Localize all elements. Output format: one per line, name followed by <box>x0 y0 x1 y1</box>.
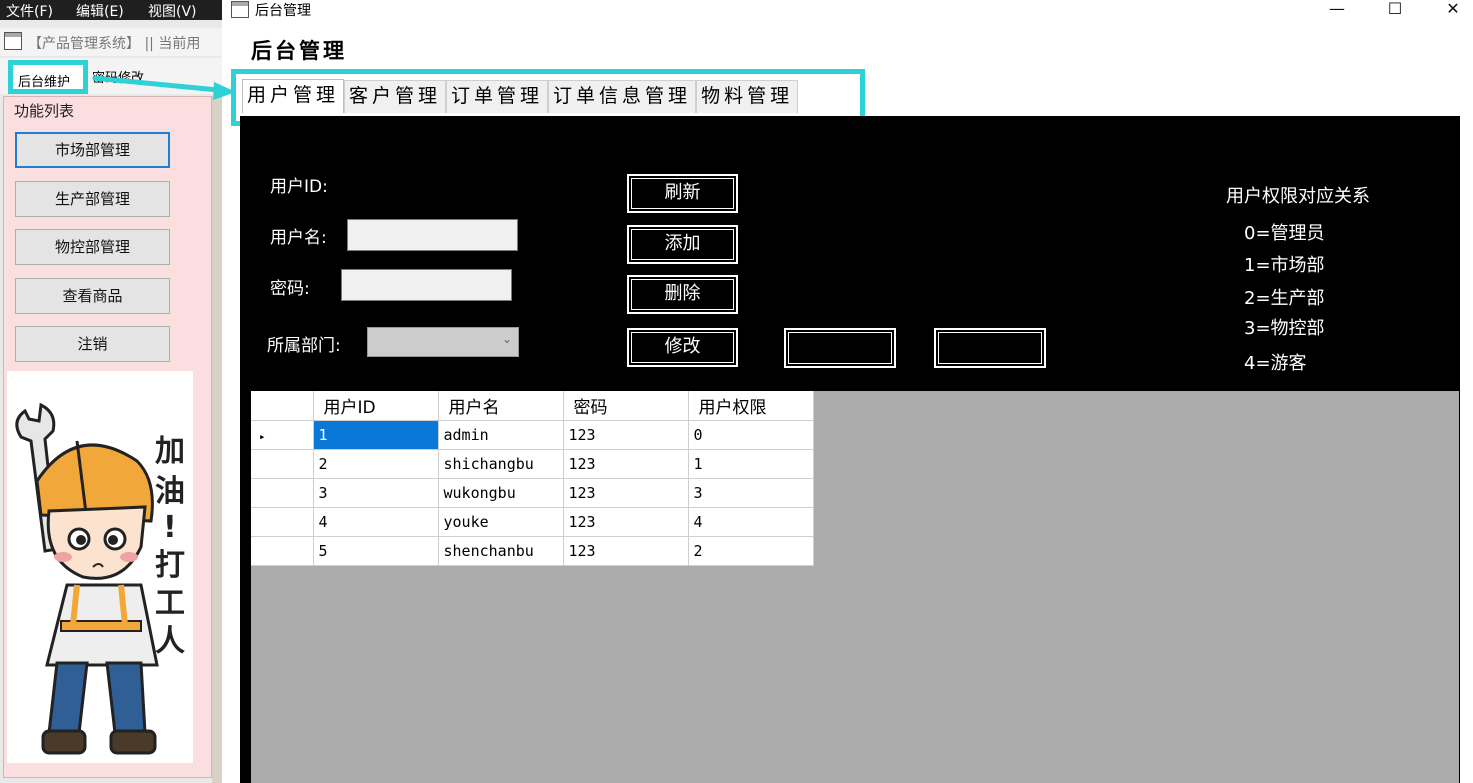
password-label: 密码: <box>270 279 310 299</box>
table-cell[interactable]: 2 <box>313 449 439 479</box>
permission-item: 0=管理员 <box>1244 223 1325 244</box>
svg-text:油: 油 <box>155 474 185 509</box>
username-input[interactable] <box>347 219 518 251</box>
table-row[interactable]: 5 shenchanbu 123 2 <box>251 536 814 566</box>
user-table: 用户ID 用户名 密码 用户权限 ▸ 1 admin 123 0 2 shich… <box>251 391 814 566</box>
mascot-image: 加 油 ! 打 工 人 <box>7 371 193 763</box>
title-bar: 后台管理 — ☐ ✕ <box>222 0 1473 20</box>
tab-backend-maintenance[interactable]: 后台维护 <box>8 60 88 94</box>
blank-text-box-2[interactable] <box>934 328 1046 368</box>
tab-password-change[interactable]: 密码修改 <box>92 67 144 86</box>
background-title: 【产品管理系统】 || 当前用 <box>0 28 222 56</box>
panel-edge <box>212 96 222 783</box>
table-cell[interactable]: 123 <box>563 420 689 450</box>
table-cell[interactable]: 123 <box>563 478 689 508</box>
permission-item: 1=市场部 <box>1244 255 1325 276</box>
current-row-indicator-icon: ▸ <box>251 420 314 450</box>
column-header[interactable]: 用户权限 <box>688 391 814 421</box>
table-cell[interactable]: 0 <box>688 420 814 450</box>
add-button[interactable]: 添加 <box>627 225 738 264</box>
window-icon <box>4 32 22 50</box>
permission-item: 3=物控部 <box>1244 318 1325 339</box>
background-menubar: 文件(F) 编辑(E) 视图(V) <box>0 0 222 20</box>
page-title: 后台管理 <box>251 38 347 63</box>
svg-text:!: ! <box>163 510 177 545</box>
minimize-icon[interactable]: — <box>1317 0 1357 20</box>
function-list-title: 功能列表 <box>14 102 75 120</box>
table-row[interactable]: 4 youke 123 4 <box>251 507 814 537</box>
table-row[interactable]: 2 shichangbu 123 1 <box>251 449 814 479</box>
user-id-label: 用户ID: <box>270 177 328 197</box>
svg-text:人: 人 <box>155 624 185 659</box>
table-cell[interactable]: 3 <box>313 478 439 508</box>
maximize-icon[interactable]: ☐ <box>1375 0 1415 20</box>
modify-button[interactable]: 修改 <box>627 328 738 367</box>
refresh-button[interactable]: 刷新 <box>627 174 738 213</box>
row-header[interactable] <box>251 478 314 508</box>
permission-item: 2=生产部 <box>1244 288 1325 309</box>
username-label: 用户名: <box>270 228 327 248</box>
worker-mascot-illustration: 加 油 ! 打 工 人 <box>15 402 185 755</box>
column-header[interactable]: 用户ID <box>313 391 439 421</box>
row-header[interactable] <box>251 507 314 537</box>
current-row-marker: ▸ <box>259 429 266 443</box>
delete-button[interactable]: 删除 <box>627 275 738 314</box>
dept-select[interactable]: ⌄ <box>367 327 519 357</box>
table-cell[interactable]: 5 <box>313 536 439 566</box>
table-cell[interactable]: 123 <box>563 536 689 566</box>
table-cell[interactable]: 1 <box>313 420 439 450</box>
permission-item: 4=游客 <box>1244 353 1307 374</box>
column-header[interactable]: 用户名 <box>438 391 564 421</box>
table-cell[interactable]: 3 <box>688 478 814 508</box>
svg-text:工: 工 <box>155 586 185 621</box>
row-header-corner <box>251 391 314 421</box>
table-cell[interactable]: 2 <box>688 536 814 566</box>
column-header[interactable]: 密码 <box>563 391 689 421</box>
table-header-row: 用户ID 用户名 密码 用户权限 <box>251 391 814 421</box>
dept-label: 所属部门: <box>267 336 341 356</box>
permissions-title: 用户权限对应关系 <box>1226 186 1370 207</box>
production-dept-button[interactable]: 生产部管理 <box>15 181 170 217</box>
table-cell[interactable]: 1 <box>688 449 814 479</box>
market-dept-button[interactable]: 市场部管理 <box>15 132 170 168</box>
user-management-panel: 用户ID: 用户名: 密码: 所属部门: ⌄ 刷新 添加 删除 修改 用户权限对… <box>240 116 1460 783</box>
material-control-button[interactable]: 物控部管理 <box>15 229 170 265</box>
logout-button[interactable]: 注销 <box>15 326 170 362</box>
svg-text:加: 加 <box>155 434 185 469</box>
table-cell[interactable]: youke <box>438 507 564 537</box>
backend-management-window: 后台管理 — ☐ ✕ 后台管理 用户管理 客户管理 订单管理 订单信息管理 物料… <box>222 0 1473 783</box>
table-cell[interactable]: 123 <box>563 449 689 479</box>
svg-text:打: 打 <box>155 548 185 583</box>
chevron-down-icon: ⌄ <box>501 332 512 346</box>
password-input[interactable] <box>341 269 512 301</box>
table-cell[interactable]: wukongbu <box>438 478 564 508</box>
function-list-panel: 功能列表 市场部管理 生产部管理 物控部管理 查看商品 注销 加 油 ! 打 工… <box>3 96 212 778</box>
window-icon <box>231 1 249 18</box>
row-header[interactable] <box>251 536 314 566</box>
table-cell[interactable]: shichangbu <box>438 449 564 479</box>
menu-file[interactable]: 文件(F) <box>6 1 53 21</box>
window-title: 后台管理 <box>255 3 311 19</box>
row-header[interactable] <box>251 449 314 479</box>
close-icon[interactable]: ✕ <box>1433 0 1473 20</box>
table-cell[interactable]: 123 <box>563 507 689 537</box>
table-cell[interactable]: shenchanbu <box>438 536 564 566</box>
background-tabstrip: 后台维护 密码修改 <box>0 58 222 94</box>
view-products-button[interactable]: 查看商品 <box>15 278 170 314</box>
menu-view[interactable]: 视图(V) <box>148 1 197 21</box>
table-cell[interactable]: 4 <box>688 507 814 537</box>
table-row[interactable]: ▸ 1 admin 123 0 <box>251 420 814 450</box>
background-app-window: 文件(F) 编辑(E) 视图(V) 【产品管理系统】 || 当前用 后台维护 密… <box>0 0 222 783</box>
background-title-text: 【产品管理系统】 || 当前用 <box>28 36 201 52</box>
table-cell[interactable]: admin <box>438 420 564 450</box>
table-cell[interactable]: 4 <box>313 507 439 537</box>
blank-text-box-1[interactable] <box>784 328 896 368</box>
menu-edit[interactable]: 编辑(E) <box>76 1 124 21</box>
user-data-grid[interactable]: 用户ID 用户名 密码 用户权限 ▸ 1 admin 123 0 2 shich… <box>251 391 1459 783</box>
table-row[interactable]: 3 wukongbu 123 3 <box>251 478 814 508</box>
